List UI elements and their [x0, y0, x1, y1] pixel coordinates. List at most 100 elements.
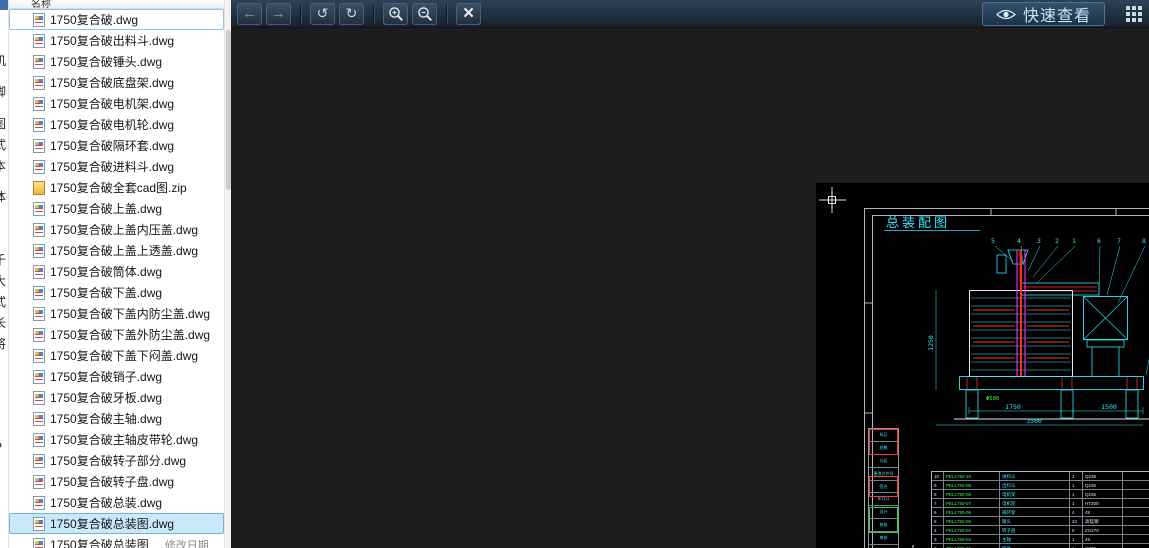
file-list-item[interactable]: 1750复合破进料斗.dwg [9, 156, 224, 177]
file-name: 1750复合破总装图 [50, 536, 149, 548]
file-name: 1750复合破下盖内防尘盖.dwg [50, 305, 210, 322]
rotate-right-button[interactable]: ↻ [339, 3, 364, 25]
file-name: 1750复合破底盘架.dwg [50, 74, 174, 91]
file-name: 1750复合破锤头.dwg [50, 53, 162, 70]
revision-row: 签名 [869, 481, 898, 494]
file-list-item[interactable]: 1750复合破主轴.dwg [9, 408, 224, 429]
svg-text:1250: 1250 [927, 335, 935, 351]
svg-text:Φ500: Φ500 [986, 396, 999, 402]
dwg-file-icon [33, 307, 45, 321]
file-list-item[interactable]: 1750复合破电机架.dwg [9, 93, 224, 114]
quick-view-button[interactable]: 快速查看 [982, 2, 1105, 26]
file-list-item[interactable]: 1750复合破主轴皮带轮.dwg [9, 429, 224, 450]
file-name: 1750复合破总装.dwg [50, 494, 162, 511]
file-sidebar: 名称 1750复合破.dwg 1750复合破出料斗.dwg 1750复合破锤头.dw… [9, 0, 224, 548]
file-list-item[interactable]: 1750复合破全套cad图.zip [9, 177, 224, 198]
file-list-item[interactable]: 1750复合破筒体.dwg [9, 261, 224, 282]
file-list-item[interactable]: 1750复合破隔环套.dwg [9, 135, 224, 156]
cad-canvas[interactable]: 总装配图 [816, 183, 1149, 548]
file-name: 1750复合破下盖.dwg [50, 284, 162, 301]
revision-row: 校核 [869, 519, 898, 532]
dwg-file-icon [33, 223, 45, 237]
svg-text:8: 8 [1142, 237, 1146, 245]
svg-text:1750: 1750 [1005, 403, 1021, 411]
zoom-out-button[interactable] [412, 3, 437, 25]
bom-row: 2PEL1750-02筒体1Q235 [932, 544, 1149, 548]
svg-text:2: 2 [1055, 237, 1059, 245]
file-list-item[interactable]: 1750复合破销子.dwg [9, 366, 224, 387]
svg-text:4: 4 [1017, 237, 1021, 245]
revision-row: 审核 [869, 532, 898, 545]
file-list-item[interactable]: 1750复合破总装图.dwg [9, 513, 224, 534]
modified-date-label: 修改日期 [165, 537, 209, 548]
edge-char: 体 [0, 188, 6, 205]
file-list-item[interactable]: 1750复合破出料斗.dwg [9, 30, 224, 51]
crosshair-cursor [819, 187, 846, 213]
file-name: 1750复合破电机轮.dwg [50, 116, 174, 133]
grid-icon [1126, 6, 1142, 22]
edge-char: P [0, 440, 2, 454]
file-list-item[interactable]: 1750复合破下盖外防尘盖.dwg [9, 324, 224, 345]
zoom-in-button[interactable] [383, 3, 408, 25]
bom-row: 8PEL1750-08电机架1Q235 [932, 490, 1149, 499]
name-column-header[interactable]: 名称 [9, 0, 224, 9]
file-name: 1750复合破上盖内压盖.dwg [50, 221, 198, 238]
forward-button[interactable]: → [266, 3, 291, 25]
dwg-file-icon [33, 454, 45, 468]
sidebar-scrollbar[interactable] [224, 0, 231, 548]
file-list-item[interactable]: 1750复合破牙板.dwg [9, 387, 224, 408]
dwg-file-icon [33, 76, 45, 90]
file-list-item[interactable]: 1750复合破下盖下闷盖.dwg [9, 345, 224, 366]
revision-row: 处数 [869, 442, 898, 455]
file-name: 1750复合破下盖外防尘盖.dwg [50, 326, 210, 343]
apps-grid-button[interactable] [1125, 5, 1143, 23]
file-list-item[interactable]: 1750复合破电机轮.dwg [9, 114, 224, 135]
file-name: 1750复合破主轴皮带轮.dwg [50, 431, 198, 448]
file-list-footer[interactable]: 1750复合破总装图 修改日期 [9, 534, 224, 548]
front-view [954, 250, 1149, 419]
file-list-item[interactable]: 1750复合破总装.dwg [9, 492, 224, 513]
edge-char: 脚 [0, 83, 6, 100]
dwg-file-icon [33, 412, 45, 426]
scrollbar-thumb[interactable] [226, 30, 231, 190]
file-name: 1750复合破.dwg [50, 11, 138, 28]
dwg-file-icon [33, 34, 45, 48]
back-button[interactable]: ← [237, 3, 262, 25]
dwg-file-icon [33, 265, 45, 279]
quick-view-label: 快速查看 [1023, 2, 1091, 26]
dwg-file-icon [33, 139, 45, 153]
file-list-item[interactable]: 1750复合破上盖.dwg [9, 198, 224, 219]
edge-char: 机 [0, 52, 6, 69]
file-list-item[interactable]: 1750复合破上盖上透盖.dwg [9, 240, 224, 261]
file-list-item[interactable]: 1750复合破下盖内防尘盖.dwg [9, 303, 224, 324]
file-name: 1750复合破出料斗.dwg [50, 32, 174, 49]
file-list-item[interactable]: 1750复合破.dwg [9, 9, 224, 30]
edge-char: 大 [0, 272, 6, 289]
drawing-title: 总装配图 [886, 216, 950, 231]
svg-text:7: 7 [1117, 237, 1121, 245]
callout-numbers: 543216789 [991, 237, 1149, 245]
file-list-item[interactable]: 1750复合破下盖.dwg [9, 282, 224, 303]
file-list-item[interactable]: 1750复合破转子部分.dwg [9, 450, 224, 471]
file-list-item[interactable]: 1750复合破锤头.dwg [9, 51, 224, 72]
edge-char: 式 [0, 293, 6, 310]
file-list-item[interactable]: 1750复合破底盘架.dwg [9, 72, 224, 93]
file-list-item[interactable]: 1750复合破转子盘.dwg [9, 471, 224, 492]
revision-row: 标记 [869, 429, 898, 442]
viewer-area[interactable]: 总装配图 [231, 28, 1149, 548]
file-name: 1750复合破筒体.dwg [50, 263, 162, 280]
close-button[interactable]: × [456, 3, 481, 25]
svg-text:1500: 1500 [1101, 403, 1117, 411]
file-list-item[interactable]: 1750复合破上盖内压盖.dwg [9, 219, 224, 240]
rotate-left-button[interactable]: ↺ [310, 3, 335, 25]
eye-icon [996, 8, 1016, 21]
toolbar-divider [446, 5, 447, 23]
file-name: 1750复合破上盖.dwg [50, 200, 162, 217]
file-name: 1750复合破下盖下闷盖.dwg [50, 347, 198, 364]
zoom-in-icon [388, 6, 404, 22]
dwg-file-icon [33, 328, 45, 342]
dwg-file-icon [33, 202, 45, 216]
svg-text:5: 5 [991, 237, 995, 245]
edge-char: 千 [0, 251, 6, 268]
file-name: 1750复合破转子盘.dwg [50, 473, 174, 490]
